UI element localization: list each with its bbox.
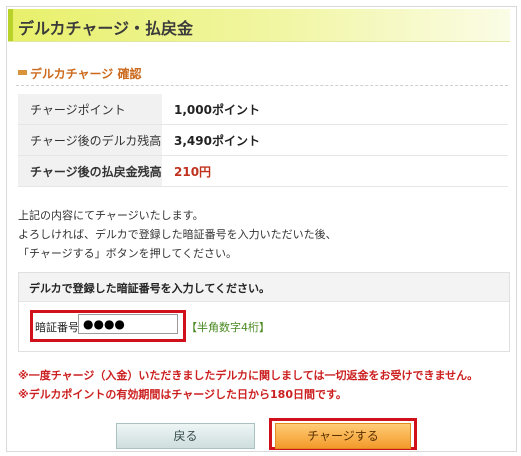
refund-notice: ※一度チャージ（入金）いただきましたデルカに関しましては一切返金をお受けできませ… — [18, 369, 479, 382]
page-title: デルカチャージ・払戻金 — [18, 19, 194, 38]
charge-summary-table: チャージポイント 1,000ポイント チャージ後のデルカ残高 3,490ポイント… — [18, 94, 508, 187]
instruction-line: よろしければ、デルカで登録した暗証番号を入力いただいた後、 — [18, 228, 337, 241]
title-bar: デルカチャージ・払戻金 — [8, 9, 510, 42]
validity-notice: ※デルカポイントの有効期間はチャージした日から180日間です。 — [18, 388, 347, 401]
charge-points-label: チャージポイント — [18, 94, 162, 125]
instruction-line: 「チャージする」ボタンを押してください。 — [18, 247, 238, 260]
delca-balance-value: 3,490ポイント — [162, 124, 508, 156]
refund-balance-label: チャージ後の払戻金残高 — [18, 155, 162, 187]
pin-input[interactable]: ●●●● — [78, 314, 178, 334]
section-bullet-icon — [18, 70, 27, 75]
pin-entry-heading: デルカで登録した暗証番号を入力してください。 — [29, 282, 271, 295]
back-button[interactable]: 戻る — [116, 423, 255, 449]
charge-button[interactable]: チャージする — [275, 423, 411, 449]
table-row: チャージ後の払戻金残高 210円 — [18, 155, 508, 187]
pin-label: 暗証番号 — [35, 321, 79, 334]
instructions: 上記の内容にてチャージいたします。 よろしければ、デルカで登録した暗証番号を入力… — [18, 206, 337, 263]
instruction-line: 上記の内容にてチャージいたします。 — [18, 209, 204, 222]
charge-points-value: 1,000ポイント — [162, 94, 508, 125]
section-title: デルカチャージ 確認 — [30, 67, 142, 81]
pin-hint: 【半角数字4桁】 — [186, 321, 270, 334]
section-divider — [16, 85, 508, 86]
refund-balance-value: 210円 — [162, 155, 508, 187]
title-accent — [8, 9, 13, 41]
section-header: デルカチャージ 確認 — [16, 64, 508, 84]
delca-balance-label: チャージ後のデルカ残高 — [18, 124, 162, 156]
table-row: チャージ後のデルカ残高 3,490ポイント — [18, 124, 508, 156]
table-row: チャージポイント 1,000ポイント — [18, 94, 508, 125]
pin-entry-header: デルカで登録した暗証番号を入力してください。 — [19, 273, 509, 302]
